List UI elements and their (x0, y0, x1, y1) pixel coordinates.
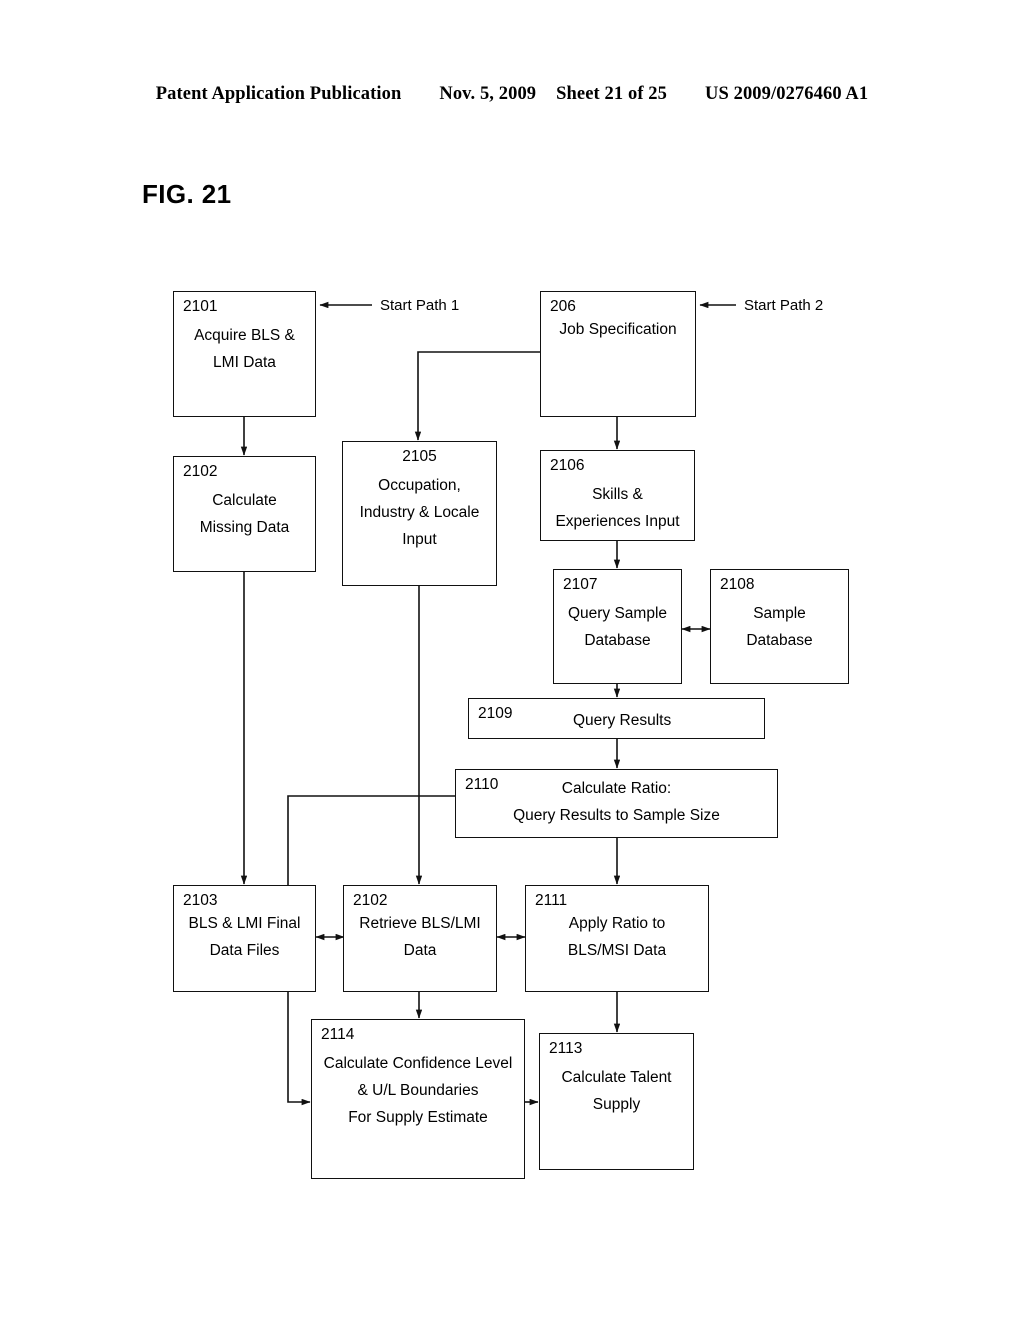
node-2103-body: BLS & LMI Final Data Files (188, 915, 301, 960)
node-2108-body: Sample Database (746, 605, 813, 650)
node-2111-id: 2111 (535, 892, 568, 909)
node-2106[interactable]: 2106 Skills & Experiences Input (540, 450, 695, 541)
node-2114[interactable]: 2114 Calculate Confidence Level & U/L Bo… (311, 1019, 525, 1179)
node-2102b-id: 2102 (353, 892, 388, 909)
node-2103[interactable]: 2103 BLS & LMI Final Data Files (173, 885, 316, 992)
flowchart-diagram: Start Path 1 Start Path 2 2101 Acquire B… (0, 0, 1024, 1320)
node-2113-body: Calculate Talent Supply (561, 1069, 672, 1114)
node-2101-body: Acquire BLS & LMI Data (194, 327, 295, 372)
node-2111[interactable]: 2111 Apply Ratio to BLS/MSI Data (525, 885, 709, 992)
node-2107-id: 2107 (563, 576, 598, 593)
node-206[interactable]: 206 Job Specification (540, 291, 696, 417)
node-2102-calculate-missing-data[interactable]: 2102 Calculate Missing Data (173, 456, 316, 572)
node-2102a-body: Calculate Missing Data (199, 492, 290, 537)
node-2103-id: 2103 (183, 892, 218, 909)
node-2102a-id: 2102 (183, 463, 218, 480)
node-2107[interactable]: 2107 Query Sample Database (553, 569, 682, 684)
node-2113[interactable]: 2113 Calculate Talent Supply (539, 1033, 694, 1170)
node-2105-body: Occupation, Industry & Locale Input (359, 477, 480, 549)
start-path-1-label: Start Path 1 (380, 297, 460, 314)
node-2114-id: 2114 (321, 1026, 355, 1043)
node-2113-id: 2113 (549, 1040, 583, 1057)
node-2110-body: Calculate Ratio: Query Results to Sample… (513, 780, 720, 825)
node-2105[interactable]: 2105 Occupation, Industry & Locale Input (342, 441, 497, 586)
node-2101[interactable]: 2101 Acquire BLS & LMI Data (173, 291, 316, 417)
node-2109[interactable]: 2109 Query Results (468, 698, 765, 739)
start-path-2-label: Start Path 2 (744, 297, 824, 314)
node-2102b-body: Retrieve BLS/LMI Data (359, 915, 481, 960)
node-2106-body: Skills & Experiences Input (555, 486, 680, 531)
node-2106-id: 2106 (550, 457, 585, 474)
node-2108-id: 2108 (720, 576, 755, 593)
node-206-body: Job Specification (559, 321, 677, 338)
node-2101-id: 2101 (183, 298, 218, 315)
node-2111-body: Apply Ratio to BLS/MSI Data (567, 915, 667, 960)
node-2110[interactable]: 2110 Calculate Ratio: Query Results to S… (455, 769, 778, 838)
node-2109-body: Query Results (573, 712, 672, 729)
node-2114-body: Calculate Confidence Level & U/L Boundar… (323, 1055, 513, 1127)
node-2107-body: Query Sample Database (567, 605, 668, 650)
node-206-id: 206 (550, 298, 576, 315)
node-2105-id: 2105 (402, 448, 437, 465)
node-2108[interactable]: 2108 Sample Database (710, 569, 849, 684)
node-2102-retrieve-bls-lmi-data[interactable]: 2102 Retrieve BLS/LMI Data (343, 885, 497, 992)
